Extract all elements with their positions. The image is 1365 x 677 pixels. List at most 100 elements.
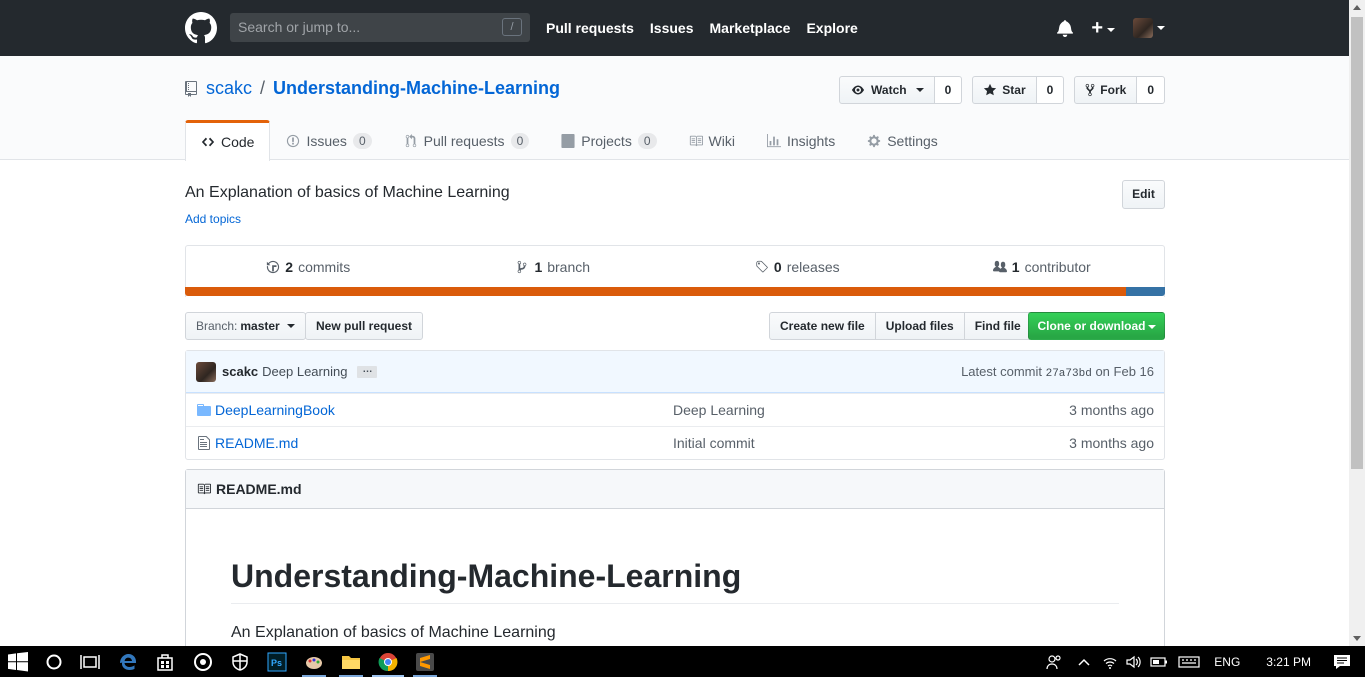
keyboard-icon[interactable] xyxy=(1178,655,1200,669)
watch-button[interactable]: Watch xyxy=(839,76,935,104)
edge-browser-icon[interactable] xyxy=(118,652,138,672)
project-icon xyxy=(561,133,575,148)
scroll-up-icon[interactable] xyxy=(1353,5,1361,10)
tab-insights[interactable]: Insights xyxy=(751,120,851,160)
search-input[interactable]: Search or jump to... / xyxy=(230,13,530,42)
photoshop-icon[interactable]: Ps xyxy=(267,652,287,672)
watch-count[interactable]: 0 xyxy=(934,76,963,104)
tab-settings[interactable]: Settings xyxy=(851,120,954,160)
fork-button[interactable]: Fork xyxy=(1074,76,1138,104)
chevron-down-icon xyxy=(1147,324,1156,329)
nav-explore[interactable]: Explore xyxy=(806,20,857,36)
fork-count[interactable]: 0 xyxy=(1137,76,1165,104)
repo-name-link[interactable]: Understanding-Machine-Learning xyxy=(273,78,560,99)
contributor-label: contributor xyxy=(1024,259,1091,275)
commit-message-link[interactable]: Deep Learning xyxy=(262,364,347,379)
star-button[interactable]: Star xyxy=(972,76,1037,104)
file-commit-message[interactable]: Initial commit xyxy=(673,435,755,451)
wifi-icon[interactable] xyxy=(1102,655,1118,669)
upload-files-button[interactable]: Upload files xyxy=(874,312,965,340)
github-logo-icon[interactable] xyxy=(185,12,217,44)
create-new-menu[interactable]: + xyxy=(1091,18,1115,38)
page-scrollbar[interactable] xyxy=(1349,0,1365,646)
app-circle-icon[interactable] xyxy=(193,652,213,672)
windows-start-icon[interactable] xyxy=(8,652,28,672)
branches-link[interactable]: 1 branch xyxy=(431,246,676,288)
add-topics-link[interactable]: Add topics xyxy=(185,212,241,226)
tab-wiki[interactable]: Wiki xyxy=(673,120,751,160)
contributors-link[interactable]: 1 contributor xyxy=(920,246,1165,288)
new-pull-request-button[interactable]: New pull request xyxy=(305,312,424,340)
volume-icon[interactable] xyxy=(1126,655,1142,669)
store-icon[interactable] xyxy=(155,652,175,672)
find-file-button[interactable]: Find file xyxy=(963,312,1032,340)
contributor-count: 1 xyxy=(1011,259,1020,275)
clone-or-download-button[interactable]: Clone or download xyxy=(1028,312,1165,340)
file-actions-group: Create new file Upload files Find file xyxy=(769,312,1032,340)
repo-icon xyxy=(185,80,197,97)
battery-icon[interactable] xyxy=(1150,655,1168,669)
taskbar-clock[interactable]: 3:21 PM xyxy=(1266,655,1311,669)
book-icon xyxy=(197,483,211,495)
readme-header: README.md xyxy=(186,470,1164,509)
commit-author-link[interactable]: scakc xyxy=(222,364,258,379)
file-name-link[interactable]: DeepLearningBook xyxy=(215,402,335,418)
task-view-icon[interactable] xyxy=(80,652,100,672)
tab-label: Settings xyxy=(887,132,938,149)
folder-icon xyxy=(197,404,211,416)
chevron-down-icon xyxy=(915,88,924,92)
language-bar-segment[interactable] xyxy=(1125,287,1165,296)
watch-group: Watch 0 xyxy=(839,76,963,104)
language-bar-segment[interactable] xyxy=(185,287,1126,296)
avatar[interactable] xyxy=(196,361,216,382)
security-shield-icon[interactable] xyxy=(230,652,250,672)
edit-description-button[interactable]: Edit xyxy=(1122,180,1165,209)
nav-issues[interactable]: Issues xyxy=(650,20,694,36)
releases-link[interactable]: 0 releases xyxy=(675,246,920,288)
tab-projects[interactable]: Projects 0 xyxy=(545,120,672,160)
people-icon[interactable] xyxy=(1046,654,1062,670)
chevron-down-icon xyxy=(1157,26,1165,30)
chrome-icon[interactable] xyxy=(378,652,398,672)
file-commit-message[interactable]: Deep Learning xyxy=(673,402,765,418)
paint-icon[interactable] xyxy=(304,652,324,672)
global-header: Search or jump to... / Pull requests Iss… xyxy=(0,0,1349,56)
commits-link[interactable]: 2 commits xyxy=(186,246,431,288)
file-age: 3 months ago xyxy=(1069,435,1154,451)
latest-commit-bar: scakc Deep Learning … Latest commit 27a7… xyxy=(186,351,1164,393)
star-count[interactable]: 0 xyxy=(1036,76,1065,104)
input-language[interactable]: ENG xyxy=(1214,655,1240,669)
create-new-file-button[interactable]: Create new file xyxy=(769,312,876,340)
wiki-book-icon xyxy=(689,135,703,146)
cortana-search-icon[interactable] xyxy=(44,652,64,672)
nav-marketplace[interactable]: Marketplace xyxy=(710,20,791,36)
nav-pull-requests[interactable]: Pull requests xyxy=(546,20,634,36)
latest-commit-prefix: Latest commit xyxy=(961,363,1042,379)
commit-date: on Feb 16 xyxy=(1095,363,1154,379)
tab-code[interactable]: Code xyxy=(185,120,271,161)
people-icon xyxy=(992,260,1007,273)
scroll-down-icon[interactable] xyxy=(1353,636,1361,641)
branch-select-button[interactable]: Branch: master xyxy=(185,312,306,340)
notifications-bell-icon[interactable] xyxy=(1057,19,1074,37)
eye-icon xyxy=(852,85,865,95)
file-name-link[interactable]: README.md xyxy=(215,435,298,451)
scrollbar-thumb[interactable] xyxy=(1351,17,1363,469)
branch-count: 1 xyxy=(534,259,543,275)
top-nav: Pull requests Issues Marketplace Explore xyxy=(546,20,858,36)
releases-count: 0 xyxy=(773,259,782,275)
chevron-up-icon[interactable] xyxy=(1078,657,1090,667)
file-explorer-icon[interactable] xyxy=(341,652,361,672)
code-icon xyxy=(201,137,215,147)
tab-pull-requests[interactable]: Pull requests 0 xyxy=(388,120,546,160)
user-menu[interactable] xyxy=(1133,18,1165,38)
tab-issues[interactable]: Issues 0 xyxy=(270,120,387,160)
sublime-text-icon[interactable] xyxy=(415,652,435,672)
language-bar[interactable] xyxy=(185,287,1165,296)
repo-owner-link[interactable]: scakc xyxy=(206,78,252,99)
branch-label: branch xyxy=(547,259,591,275)
tab-counter: 0 xyxy=(637,132,657,149)
action-center-icon[interactable] xyxy=(1333,654,1351,670)
expand-commit-button[interactable]: … xyxy=(357,364,378,378)
commit-sha-link[interactable]: 27a73bd xyxy=(1046,368,1092,380)
